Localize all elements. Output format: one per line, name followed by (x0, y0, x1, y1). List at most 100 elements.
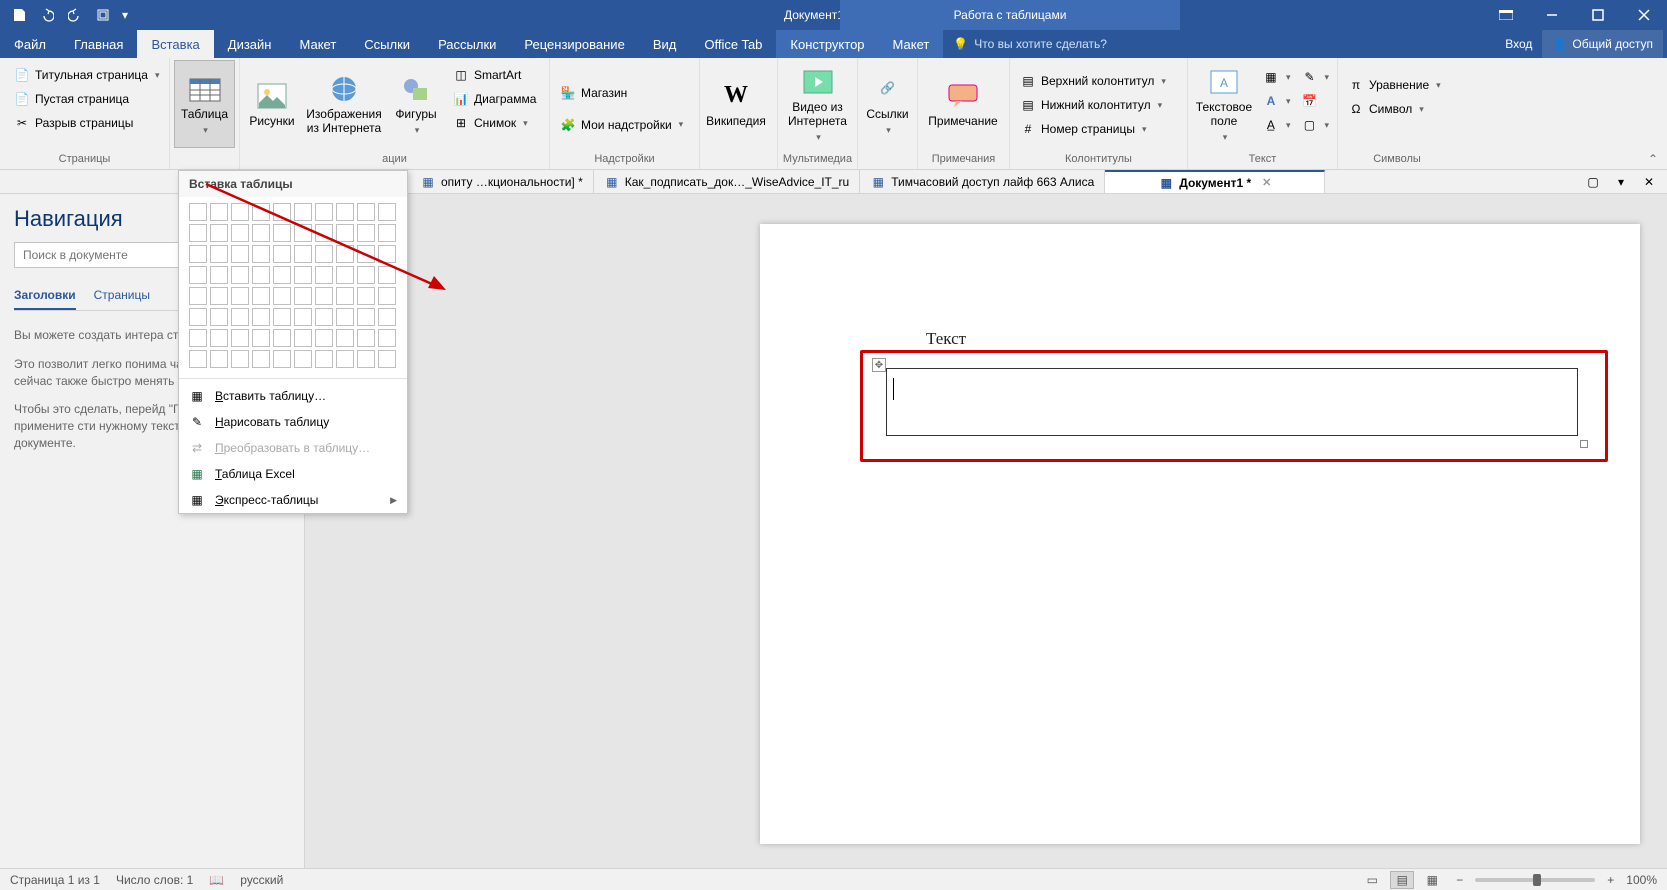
grid-cell[interactable] (210, 245, 228, 263)
tab-mailings[interactable]: Рассылки (424, 30, 510, 58)
grid-cell[interactable] (273, 350, 291, 368)
grid-cell[interactable] (189, 245, 207, 263)
datetime-button[interactable]: 📅 (1297, 90, 1333, 112)
header-button[interactable]: ▤Верхний колонтитул▾ (1014, 70, 1172, 92)
sign-in-link[interactable]: Вход (1505, 37, 1532, 51)
nav-tab-pages[interactable]: Страницы (94, 282, 150, 310)
grid-cell[interactable] (252, 203, 270, 221)
grid-cell[interactable] (315, 308, 333, 326)
grid-cell[interactable] (357, 245, 375, 263)
tell-me[interactable]: 💡 Что вы хотите сделать? (943, 30, 1117, 58)
grid-cell[interactable] (336, 203, 354, 221)
grid-cell[interactable] (294, 287, 312, 305)
view-web-icon[interactable]: ▦ (1420, 871, 1444, 889)
footer-button[interactable]: ▤Нижний колонтитул▾ (1014, 94, 1172, 116)
grid-cell[interactable] (336, 245, 354, 263)
tab-file[interactable]: Файл (0, 30, 60, 58)
grid-cell[interactable] (294, 245, 312, 263)
grid-cell[interactable] (252, 224, 270, 242)
doctab-4[interactable]: ▦Документ1 *✕ (1105, 170, 1325, 193)
grid-cell[interactable] (231, 350, 249, 368)
page[interactable]: Текст ✥ (760, 224, 1640, 844)
pictures-button[interactable]: Рисунки (244, 60, 300, 148)
grid-cell[interactable] (378, 245, 396, 263)
grid-cell[interactable] (210, 308, 228, 326)
grid-cell[interactable] (294, 350, 312, 368)
links-button[interactable]: 🔗Ссылки▾ (862, 60, 913, 148)
online-pictures-button[interactable]: Изображения из Интернета (303, 60, 385, 148)
tab-close-button[interactable]: ✕ (1637, 173, 1661, 191)
smartart-button[interactable]: ◫SmartArt (447, 64, 542, 86)
close-icon[interactable] (1621, 0, 1667, 30)
grid-cell[interactable] (273, 287, 291, 305)
maximize-icon[interactable] (1575, 0, 1621, 30)
grid-cell[interactable] (231, 266, 249, 284)
my-addins-button[interactable]: 🧩Мои надстройки▾ (554, 114, 689, 136)
textbox-button[interactable]: AТекстовое поле▾ (1192, 60, 1256, 148)
grid-cell[interactable] (231, 287, 249, 305)
grid-cell[interactable] (357, 266, 375, 284)
view-read-icon[interactable]: ▭ (1360, 871, 1384, 889)
grid-cell[interactable] (378, 308, 396, 326)
save-icon[interactable] (6, 2, 32, 28)
tab-insert[interactable]: Вставка (137, 30, 213, 58)
grid-cell[interactable] (273, 224, 291, 242)
tab-design[interactable]: Дизайн (214, 30, 286, 58)
grid-cell[interactable] (210, 350, 228, 368)
dropcap-button[interactable]: A̲▾ (1259, 114, 1295, 136)
ribbon-options-icon[interactable] (1483, 0, 1529, 30)
grid-cell[interactable] (336, 350, 354, 368)
grid-cell[interactable] (231, 308, 249, 326)
grid-cell[interactable] (273, 329, 291, 347)
table-move-handle[interactable]: ✥ (872, 358, 886, 372)
grid-cell[interactable] (315, 266, 333, 284)
tab-officetab[interactable]: Office Tab (690, 30, 776, 58)
inserted-table[interactable] (886, 368, 1578, 436)
grid-cell[interactable] (315, 224, 333, 242)
grid-cell[interactable] (252, 350, 270, 368)
doctab-3[interactable]: ▦Тимчасовий доступ лайф 663 Алиса (860, 170, 1105, 193)
object-button[interactable]: ▢▾ (1297, 114, 1333, 136)
grid-cell[interactable] (315, 245, 333, 263)
blank-page-button[interactable]: 📄Пустая страница (8, 88, 166, 110)
zoom-level[interactable]: 100% (1626, 873, 1657, 887)
table-button[interactable]: Таблица ▾ (174, 60, 235, 148)
zoom-thumb[interactable] (1533, 874, 1541, 886)
grid-cell[interactable] (378, 224, 396, 242)
draw-table-item[interactable]: ✎Нарисовать таблицу (179, 409, 407, 435)
share-button[interactable]: 👤 Общий доступ (1542, 30, 1663, 58)
tab-dropdown-button[interactable]: ▾ (1609, 173, 1633, 191)
zoom-out-button[interactable]: − (1450, 873, 1469, 887)
grid-cell[interactable] (357, 203, 375, 221)
grid-cell[interactable] (252, 245, 270, 263)
symbol-button[interactable]: ΩСимвол▾ (1342, 98, 1447, 120)
quick-tables-item[interactable]: ▦Экспресс-таблицы▶ (179, 487, 407, 513)
grid-cell[interactable] (210, 266, 228, 284)
doctab-2[interactable]: ▦Как_подписать_док…_WiseAdvice_IT_ru (594, 170, 861, 193)
grid-cell[interactable] (189, 266, 207, 284)
grid-cell[interactable] (273, 203, 291, 221)
view-print-icon[interactable]: ▤ (1390, 871, 1414, 889)
tab-review[interactable]: Рецензирование (510, 30, 638, 58)
status-page[interactable]: Страница 1 из 1 (10, 873, 100, 887)
nav-tab-headings[interactable]: Заголовки (14, 282, 76, 310)
proofing-icon[interactable]: 📖 (209, 873, 224, 887)
tab-context-layout[interactable]: Макет (879, 30, 944, 58)
zoom-slider[interactable] (1475, 878, 1595, 882)
zoom-in-button[interactable]: + (1601, 873, 1620, 887)
excel-table-item[interactable]: ▦Таблица Excel (179, 461, 407, 487)
tab-view[interactable]: Вид (639, 30, 691, 58)
doctab-1[interactable]: ▦опиту …кциональности] * (410, 170, 594, 193)
grid-cell[interactable] (294, 266, 312, 284)
grid-cell[interactable] (189, 350, 207, 368)
grid-cell[interactable] (273, 308, 291, 326)
grid-cell[interactable] (378, 266, 396, 284)
grid-cell[interactable] (210, 287, 228, 305)
grid-cell[interactable] (336, 329, 354, 347)
grid-cell[interactable] (357, 350, 375, 368)
grid-cell[interactable] (273, 266, 291, 284)
grid-cell[interactable] (252, 287, 270, 305)
grid-cell[interactable] (189, 329, 207, 347)
signature-button[interactable]: ✎▾ (1297, 66, 1333, 88)
undo-icon[interactable] (34, 2, 60, 28)
